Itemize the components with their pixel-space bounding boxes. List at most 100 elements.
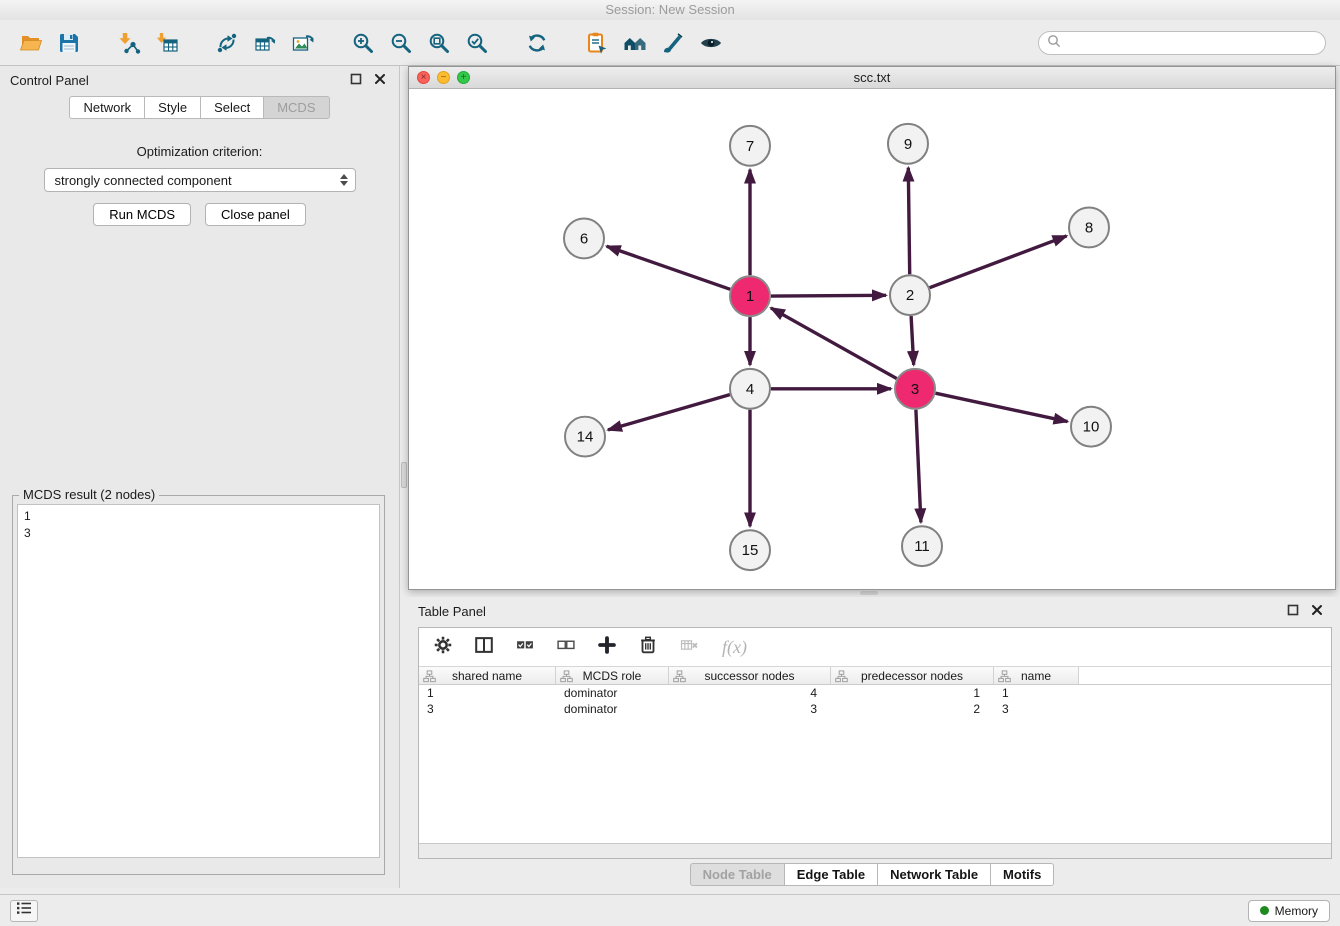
tab-style[interactable]: Style — [144, 96, 201, 119]
graph-node-10[interactable]: 10 — [1071, 407, 1111, 447]
close-panel-button[interactable] — [371, 71, 389, 89]
graph-node-4[interactable]: 4 — [730, 369, 770, 409]
app-titlebar: Session: New Session — [0, 0, 1340, 20]
export-image-button[interactable] — [284, 24, 322, 62]
trash-button[interactable] — [634, 633, 662, 661]
graph-edge-3-11[interactable] — [916, 410, 921, 523]
table-cell[interactable]: 3 — [419, 702, 556, 716]
zoom-fit-button[interactable] — [420, 24, 458, 62]
graph-edge-2-8[interactable] — [930, 236, 1067, 288]
table-row[interactable]: 1dominator411 — [419, 685, 1331, 701]
graph-node-2[interactable]: 2 — [890, 275, 930, 315]
table-row[interactable]: 3dominator323 — [419, 701, 1331, 717]
table-cell[interactable]: 3 — [994, 702, 1079, 716]
graph-node-7[interactable]: 7 — [730, 126, 770, 166]
tab-network-table[interactable]: Network Table — [877, 863, 991, 886]
eye-button[interactable] — [692, 24, 730, 62]
tab-node-table[interactable]: Node Table — [690, 863, 785, 886]
horizontal-splitter-handle[interactable] — [860, 591, 878, 595]
control-panel-header: Control Panel — [0, 66, 399, 94]
columns-button[interactable] — [470, 633, 498, 661]
tab-mcds[interactable]: MCDS — [263, 96, 329, 119]
table-horizontal-scrollbar[interactable] — [419, 843, 1331, 858]
table-cell[interactable]: 1 — [831, 686, 994, 700]
column-header-shared-name[interactable]: shared name — [419, 667, 556, 684]
graph-node-1[interactable]: 1 — [730, 276, 770, 316]
run-mcds-button[interactable]: Run MCDS — [93, 203, 191, 226]
style-brush-button[interactable] — [654, 24, 692, 62]
zoom-selected-button[interactable] — [458, 24, 496, 62]
graph-node-9[interactable]: 9 — [888, 124, 928, 164]
table-cell[interactable]: dominator — [556, 686, 669, 700]
task-history-button[interactable] — [10, 900, 38, 922]
refresh-button[interactable] — [518, 24, 556, 62]
table-cell[interactable]: 1 — [419, 686, 556, 700]
deselect-all-button[interactable] — [552, 633, 580, 661]
network-window-titlebar[interactable]: ×−+ scc.txt — [409, 67, 1335, 89]
graph-node-3[interactable]: 3 — [895, 369, 935, 409]
add-row-button[interactable] — [593, 633, 621, 661]
graph-node-15[interactable]: 15 — [730, 530, 770, 570]
search-box[interactable] — [1038, 31, 1326, 55]
svg-text:1: 1 — [746, 288, 754, 305]
close-table-panel-button[interactable] — [1308, 602, 1326, 620]
trash-icon — [637, 634, 659, 661]
tab-select[interactable]: Select — [200, 96, 264, 119]
graph-edge-3-10[interactable] — [936, 393, 1068, 421]
refresh-icon — [525, 31, 549, 55]
column-header-predecessor-nodes[interactable]: predecessor nodes — [831, 667, 994, 684]
save-session-button[interactable] — [50, 24, 88, 62]
tree-icon — [998, 670, 1011, 686]
graph-node-11[interactable]: 11 — [902, 526, 942, 566]
float-panel-button[interactable] — [347, 71, 365, 89]
clipboard-network-button[interactable] — [578, 24, 616, 62]
export-table-button[interactable] — [246, 24, 284, 62]
network-canvas[interactable]: 7 9 6 8 1 2 4 3 14 10 15 11 — [409, 89, 1335, 589]
tab-motifs[interactable]: Motifs — [990, 863, 1054, 886]
mcds-result-box: MCDS result (2 nodes) 13 — [12, 495, 385, 875]
minimize-window-icon[interactable]: − — [437, 71, 450, 84]
table-cell[interactable]: dominator — [556, 702, 669, 716]
zoom-out-icon — [389, 31, 413, 55]
column-header-successor-nodes[interactable]: successor nodes — [669, 667, 831, 684]
close-window-icon[interactable]: × — [417, 71, 430, 84]
first-neighbors-button[interactable] — [616, 24, 654, 62]
graph-node-8[interactable]: 8 — [1069, 208, 1109, 248]
graph-node-6[interactable]: 6 — [564, 218, 604, 258]
table-cell[interactable]: 2 — [831, 702, 994, 716]
tab-network[interactable]: Network — [69, 96, 145, 119]
optimization-criterion-dropdown[interactable]: strongly connected component — [44, 168, 356, 192]
close-panel-button-2[interactable]: Close panel — [205, 203, 306, 226]
graph-edge-4-14[interactable] — [608, 395, 730, 430]
add-row-icon — [596, 634, 618, 661]
mcds-result-item[interactable]: 1 — [24, 508, 373, 525]
mcds-result-item[interactable]: 3 — [24, 525, 373, 542]
graph-edge-1-6[interactable] — [607, 246, 731, 289]
select-all-button[interactable] — [511, 633, 539, 661]
zoom-in-button[interactable] — [344, 24, 382, 62]
gear-button[interactable] — [429, 633, 457, 661]
network-share-button[interactable] — [208, 24, 246, 62]
table-cell[interactable]: 3 — [669, 702, 831, 716]
tab-edge-table[interactable]: Edge Table — [784, 863, 878, 886]
graph-edge-3-1[interactable] — [771, 308, 897, 379]
import-table-button[interactable] — [148, 24, 186, 62]
zoom-out-button[interactable] — [382, 24, 420, 62]
search-input[interactable] — [1067, 36, 1317, 50]
graph-edge-1-2[interactable] — [771, 295, 886, 296]
column-header-mcds-role[interactable]: MCDS role — [556, 667, 669, 684]
float-table-panel-button[interactable] — [1284, 602, 1302, 620]
column-header-name[interactable]: name — [994, 667, 1079, 684]
table-cell[interactable]: 4 — [669, 686, 831, 700]
graph-edge-2-9[interactable] — [908, 168, 909, 275]
graph-edge-2-3[interactable] — [911, 316, 914, 365]
open-folder-button[interactable] — [12, 24, 50, 62]
mcds-result-list[interactable]: 13 — [17, 504, 380, 858]
window-controls: ×−+ — [417, 71, 470, 84]
import-network-button[interactable] — [110, 24, 148, 62]
zoom-window-icon[interactable]: + — [457, 71, 470, 84]
memory-button[interactable]: Memory — [1248, 900, 1330, 922]
graph-node-14[interactable]: 14 — [565, 417, 605, 457]
vertical-splitter-handle[interactable] — [401, 462, 407, 488]
table-cell[interactable]: 1 — [994, 686, 1079, 700]
